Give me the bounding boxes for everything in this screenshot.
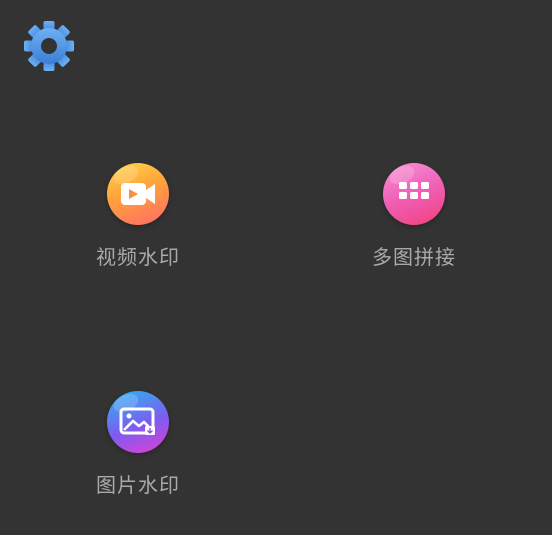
- picture-icon: [107, 391, 169, 453]
- multi-image-collage-label: 多图拼接: [372, 245, 456, 269]
- grid-icon: [383, 163, 445, 225]
- video-watermark-button[interactable]: 视频水印: [58, 163, 218, 273]
- image-watermark-button[interactable]: 图片水印: [58, 391, 218, 501]
- settings-button[interactable]: [22, 19, 76, 73]
- video-camera-icon: [107, 163, 169, 225]
- image-watermark-label: 图片水印: [96, 473, 180, 497]
- gear-icon: [24, 21, 74, 71]
- video-watermark-label: 视频水印: [96, 245, 180, 269]
- multi-image-collage-button[interactable]: 多图拼接: [334, 163, 494, 273]
